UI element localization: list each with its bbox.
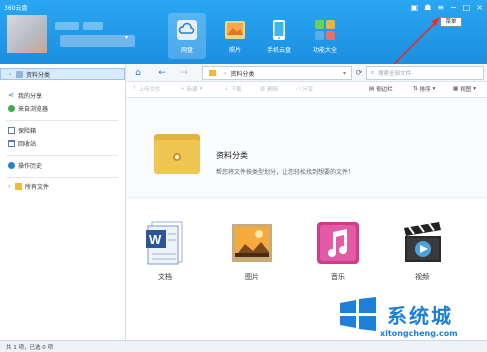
search-icon: ⌕ [371, 69, 375, 76]
tab-photos[interactable]: 照片 [216, 13, 254, 59]
browser-icon [8, 104, 15, 112]
folder-icon [16, 70, 23, 78]
home-icon[interactable]: ⌂ [132, 67, 144, 79]
breadcrumb-chevron-icon: › [224, 69, 227, 77]
delete-button[interactable]: ▥ 删除 [260, 85, 278, 93]
watermark-brand: 系统城 [387, 304, 453, 328]
folder-icon [209, 70, 216, 76]
app-title: 360云盘 [4, 5, 28, 12]
share-icon: ⋖ [8, 90, 14, 99]
sidebar-divider [6, 120, 118, 121]
status-bar: 共 1 项，已选 0 项 [0, 340, 487, 352]
back-icon[interactable]: ← [156, 67, 168, 79]
blurred-level [83, 22, 103, 30]
download-button[interactable]: ⇣ 下载 [224, 85, 242, 93]
sidebar-item-my-shares[interactable]: ⋖ 我的分享 [0, 89, 125, 101]
menu-icon[interactable]: ≡ [437, 3, 444, 12]
search-input[interactable]: ⌕ 搜索全部文件 [366, 66, 484, 80]
status-text: 共 1 项，已选 0 项 [6, 344, 53, 351]
chevron-down-icon[interactable]: ▾ [125, 34, 128, 41]
sort-icon: ⇅ [413, 86, 418, 92]
top-header: 360云盘 ▾ 网盘 照片 手机云盘 功能大全 ▣ ☗ ≡ − □ × 菜单 [0, 0, 487, 64]
folder-bag-clasp [173, 153, 181, 161]
sidebar-item-recycle-bin[interactable]: 回收站 [0, 137, 125, 149]
watermark-url: xitongcheng.com [380, 329, 458, 338]
watermark-logo [340, 297, 376, 331]
upload-icon: ⇡ [132, 86, 137, 92]
avatar[interactable] [7, 15, 47, 53]
category-label: 文档 [158, 273, 172, 281]
address-field[interactable]: › 资料分类 ▾ [202, 66, 352, 80]
blurred-capacity-bar [60, 35, 135, 47]
svg-text:W: W [149, 232, 162, 247]
share-icon: ◁ [296, 86, 301, 92]
category-documents[interactable]: W 文档 [140, 220, 190, 282]
category-banner: 资料分类 帮您将文件按类型划分，让您轻松找到想要的文件！ [126, 98, 487, 198]
maximize-icon[interactable]: □ [463, 3, 471, 12]
breadcrumb: 资料分类 [230, 70, 255, 78]
category-label: 音乐 [331, 273, 345, 281]
mobile-cloud-icon [266, 17, 292, 43]
refresh-icon[interactable]: ⟳ [353, 67, 365, 79]
grid-view-icon: ▦ [453, 86, 459, 92]
safe-icon [8, 126, 15, 134]
folder-icon [15, 182, 22, 190]
sidebar-item-categories[interactable]: › 资料分类 [0, 68, 125, 80]
search-placeholder: 搜索全部文件 [378, 71, 412, 77]
window-controls: ▣ ☗ ≡ − □ × [411, 3, 483, 12]
close-icon[interactable]: × [476, 3, 483, 12]
history-icon [8, 161, 15, 169]
apps-grid-icon [312, 17, 338, 43]
trash-icon: ▥ [260, 86, 266, 92]
category-music[interactable]: 音乐 [313, 220, 363, 282]
tab-features[interactable]: 功能大全 [306, 13, 344, 59]
tab-label: 功能大全 [312, 47, 337, 54]
tab-label: 网盘 [180, 47, 193, 54]
chevron-right-icon: › [8, 182, 11, 190]
cloud-icon [174, 17, 200, 43]
chevron-right-icon: › [9, 70, 12, 78]
word-document-icon: W [144, 220, 186, 266]
banner-title: 资料分类 [216, 151, 248, 160]
sidebar: › 资料分类 ⋖ 我的分享 来自浏览器 保险箱 回收站 操作历史 › 所有文件 [0, 64, 126, 340]
view-button[interactable]: ▦ 视图 ▾ [453, 85, 476, 93]
forward-icon[interactable]: → [178, 67, 190, 79]
skin-icon[interactable]: ▣ [411, 3, 419, 12]
sidebar-divider [6, 177, 118, 178]
sidebar-toggle-button[interactable]: ▤ 侧边栏 [369, 85, 393, 93]
sort-button[interactable]: ⇅ 排序 ▾ [413, 85, 435, 93]
sidebar-item-all-files[interactable]: › 所有文件 [0, 180, 125, 192]
sidebar-item-from-browser[interactable]: 来自浏览器 [0, 102, 125, 114]
tab-cloud-disk[interactable]: 网盘 [168, 13, 206, 59]
menu-tooltip: 菜单 [440, 17, 462, 27]
category-label: 视频 [415, 273, 429, 281]
tab-mobile-cloud[interactable]: 手机云盘 [260, 13, 298, 59]
new-button[interactable]: + 新建 ▾ [180, 85, 202, 93]
photo-icon [222, 17, 248, 43]
video-clapper-icon [401, 220, 443, 266]
sidebar-item-history[interactable]: 操作历史 [0, 159, 125, 171]
category-videos[interactable]: 视频 [397, 220, 447, 282]
tab-label: 手机云盘 [266, 47, 291, 54]
shirt-icon[interactable]: ☗ [424, 3, 431, 12]
sidebar-divider [6, 155, 118, 156]
music-icon [317, 220, 359, 266]
toolbar: ⇡ 上传文件 + 新建 ▾ ⇣ 下载 ▥ 删除 ◁ 分享 ▤ 侧边栏 ⇅ 排序 ▾ ▦ 视图 ▾ [126, 82, 487, 98]
category-pictures[interactable]: 图片 [227, 220, 277, 282]
sidebar-item-safe-box[interactable]: 保险箱 [0, 124, 125, 136]
download-icon: ⇣ [224, 86, 229, 92]
category-label: 图片 [245, 273, 259, 281]
tab-label: 照片 [228, 47, 241, 54]
recycle-bin-icon [8, 139, 15, 147]
blurred-username [55, 22, 79, 30]
picture-icon [231, 220, 273, 266]
minimize-icon[interactable]: − [450, 3, 457, 12]
chevron-down-icon[interactable]: ▾ [343, 70, 346, 77]
sidebar-icon: ▤ [369, 86, 375, 92]
upload-button[interactable]: ⇡ 上传文件 [132, 85, 161, 93]
address-bar-row: ⌂ ← → › 资料分类 ▾ ⟳ ⌕ 搜索全部文件 [126, 64, 487, 82]
share-button[interactable]: ◁ 分享 [296, 85, 313, 93]
banner-subtitle: 帮您将文件按类型划分，让您轻松找到想要的文件！ [216, 169, 355, 176]
plus-icon: + [180, 86, 185, 92]
